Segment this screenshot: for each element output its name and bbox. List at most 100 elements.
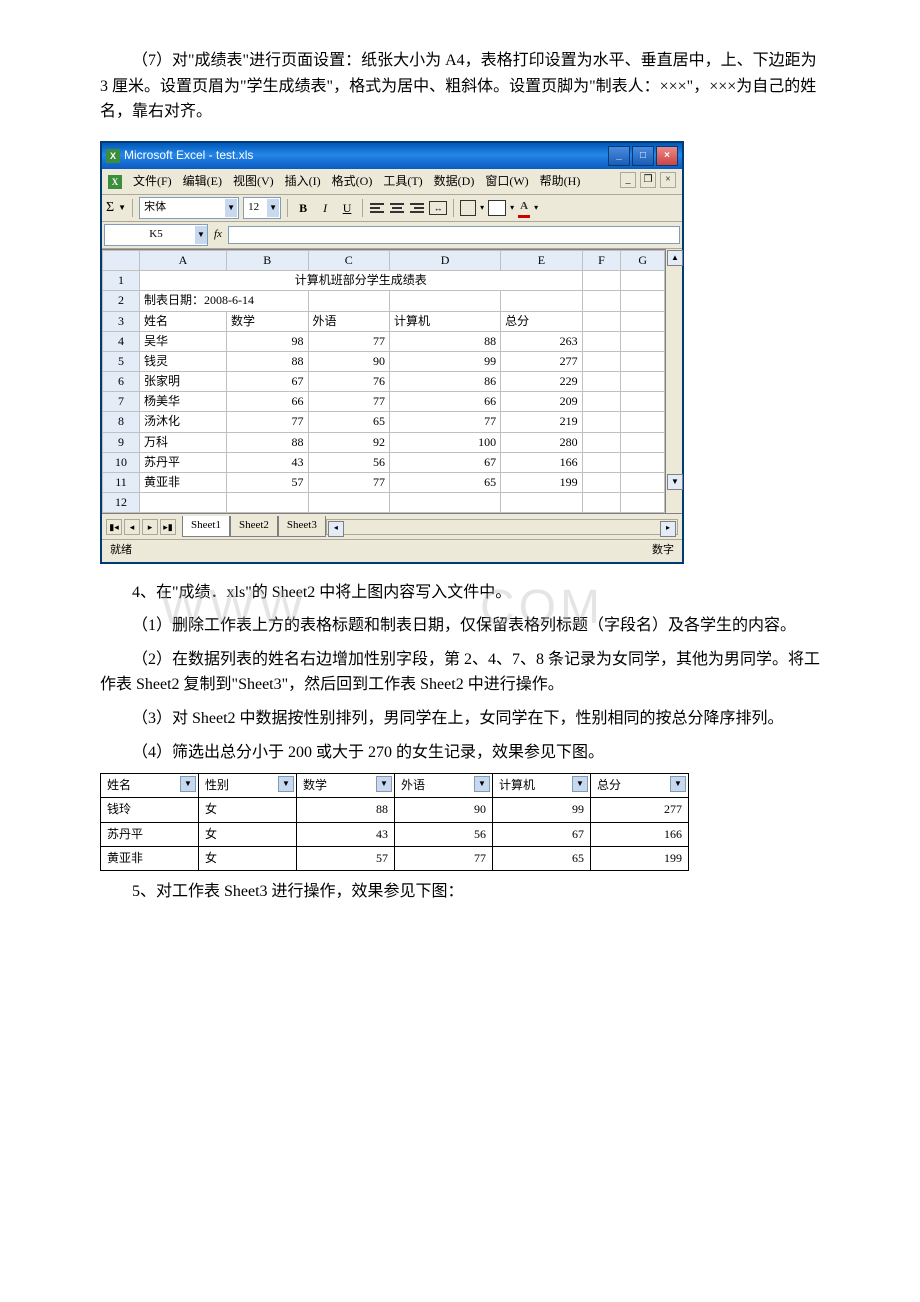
cell[interactable] xyxy=(390,291,501,311)
menu-edit[interactable]: 编辑(E) xyxy=(183,174,222,188)
cell[interactable] xyxy=(621,412,665,432)
cell[interactable]: 67 xyxy=(227,372,309,392)
align-left-button[interactable] xyxy=(369,201,385,215)
row-header[interactable]: 1 xyxy=(103,271,140,291)
cell[interactable]: 92 xyxy=(308,432,390,452)
row-header[interactable]: 12 xyxy=(103,493,140,513)
cell[interactable]: 88 xyxy=(227,351,309,371)
cell[interactable] xyxy=(582,412,621,432)
cell[interactable]: 65 xyxy=(390,473,501,493)
cell[interactable] xyxy=(582,372,621,392)
align-center-button[interactable] xyxy=(389,201,405,215)
cell[interactable] xyxy=(621,311,665,331)
autosum-button[interactable]: Σ xyxy=(106,197,114,219)
cell[interactable] xyxy=(621,291,665,311)
next-sheet-button[interactable]: ▸ xyxy=(142,519,158,535)
doc-minimize-button[interactable]: _ xyxy=(620,172,636,188)
cell[interactable] xyxy=(621,432,665,452)
row-header[interactable]: 4 xyxy=(103,331,140,351)
cell[interactable]: 57 xyxy=(227,473,309,493)
cell[interactable]: 姓名 xyxy=(140,311,227,331)
filter-header[interactable]: 计算机▼ xyxy=(493,774,591,798)
cell[interactable] xyxy=(390,493,501,513)
name-box[interactable]: K5▼ xyxy=(104,224,208,246)
borders-button[interactable] xyxy=(460,200,476,216)
filter-header[interactable]: 总分▼ xyxy=(591,774,689,798)
scroll-left-button[interactable]: ◂ xyxy=(328,521,344,537)
filter-dropdown-icon[interactable]: ▼ xyxy=(670,776,686,792)
workbook-icon[interactable]: X xyxy=(108,175,122,189)
row-header[interactable]: 3 xyxy=(103,311,140,331)
row-header[interactable]: 8 xyxy=(103,412,140,432)
cell[interactable]: 67 xyxy=(390,452,501,472)
select-all-cell[interactable] xyxy=(103,250,140,270)
filter-header[interactable]: 外语▼ xyxy=(395,774,493,798)
cell[interactable]: 汤沐化 xyxy=(140,412,227,432)
cell[interactable]: 制表日期：2008-6-14 xyxy=(140,291,309,311)
cell[interactable]: 86 xyxy=(390,372,501,392)
row-header[interactable]: 9 xyxy=(103,432,140,452)
cell[interactable]: 万科 xyxy=(140,432,227,452)
filter-dropdown-icon[interactable]: ▼ xyxy=(278,776,294,792)
font-size-dropdown[interactable]: 12▼ xyxy=(243,197,281,219)
cell[interactable]: 66 xyxy=(227,392,309,412)
menu-window[interactable]: 窗口(W) xyxy=(485,174,528,188)
cell[interactable]: 66 xyxy=(390,392,501,412)
italic-button[interactable]: I xyxy=(316,199,334,217)
col-header-c[interactable]: C xyxy=(308,250,390,270)
filter-dropdown-icon[interactable]: ▼ xyxy=(474,776,490,792)
cell[interactable] xyxy=(621,473,665,493)
cell[interactable]: 苏丹平 xyxy=(140,452,227,472)
first-sheet-button[interactable]: ▮◂ xyxy=(106,519,122,535)
cell[interactable]: 77 xyxy=(308,392,390,412)
menu-format[interactable]: 格式(O) xyxy=(332,174,373,188)
cell[interactable]: 总分 xyxy=(501,311,583,331)
cell[interactable]: 98 xyxy=(227,331,309,351)
borders-dropdown-icon[interactable]: ▾ xyxy=(480,202,484,215)
fill-color-button[interactable] xyxy=(488,200,506,216)
filter-header[interactable]: 姓名▼ xyxy=(101,774,199,798)
sheet-tab-1[interactable]: Sheet1 xyxy=(182,516,230,537)
fx-button[interactable]: fx xyxy=(214,226,222,244)
filter-dropdown-icon[interactable]: ▼ xyxy=(180,776,196,792)
cell[interactable]: 43 xyxy=(227,452,309,472)
cell[interactable] xyxy=(582,271,621,291)
last-sheet-button[interactable]: ▸▮ xyxy=(160,519,176,535)
cell[interactable] xyxy=(227,493,309,513)
font-name-dropdown[interactable]: 宋体▼ xyxy=(139,197,239,219)
cell[interactable]: 199 xyxy=(501,473,583,493)
font-color-dropdown-icon[interactable]: ▾ xyxy=(534,202,538,215)
cell[interactable] xyxy=(308,291,390,311)
col-header-g[interactable]: G xyxy=(621,250,665,270)
cell[interactable] xyxy=(582,311,621,331)
col-header-f[interactable]: F xyxy=(582,250,621,270)
cell[interactable]: 77 xyxy=(227,412,309,432)
sheet-tab-3[interactable]: Sheet3 xyxy=(278,516,326,537)
row-header[interactable]: 6 xyxy=(103,372,140,392)
cell[interactable]: 钱灵 xyxy=(140,351,227,371)
cell[interactable] xyxy=(621,392,665,412)
cell[interactable]: 90 xyxy=(308,351,390,371)
cell[interactable] xyxy=(501,291,583,311)
scroll-up-button[interactable]: ▲ xyxy=(667,250,683,266)
align-right-button[interactable] xyxy=(409,201,425,215)
cell[interactable] xyxy=(582,452,621,472)
cell[interactable]: 77 xyxy=(308,473,390,493)
cell[interactable]: 吴华 xyxy=(140,331,227,351)
scroll-right-button[interactable]: ▸ xyxy=(660,521,676,537)
cell[interactable]: 280 xyxy=(501,432,583,452)
formula-bar[interactable] xyxy=(228,226,680,244)
cell[interactable] xyxy=(621,271,665,291)
cell[interactable] xyxy=(582,432,621,452)
row-header[interactable]: 11 xyxy=(103,473,140,493)
doc-close-button[interactable]: × xyxy=(660,172,676,188)
cell[interactable] xyxy=(308,493,390,513)
close-button[interactable]: × xyxy=(656,146,678,166)
cell[interactable] xyxy=(582,291,621,311)
cell[interactable]: 263 xyxy=(501,331,583,351)
cell[interactable]: 杨美华 xyxy=(140,392,227,412)
worksheet-grid[interactable]: A B C D E F G 1计算机班部分学生成绩表 2制表日期：2008-6-… xyxy=(102,249,665,513)
filter-header[interactable]: 数学▼ xyxy=(297,774,395,798)
cell[interactable] xyxy=(582,351,621,371)
filter-header[interactable]: 性别▼ xyxy=(199,774,297,798)
